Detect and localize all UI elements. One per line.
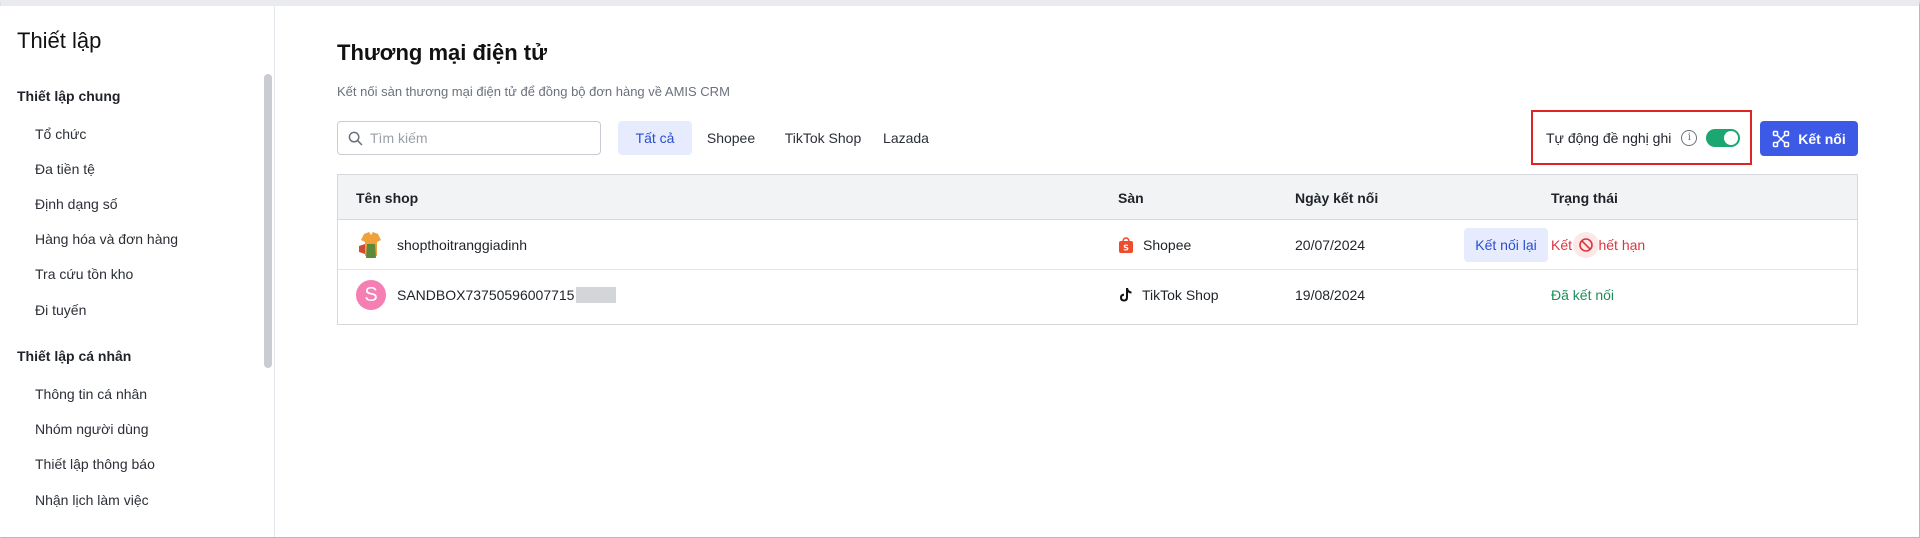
shop-table: Tên shop Sàn Ngày kết nối Trạng thái sho… (337, 174, 1858, 325)
shop-avatar-letter: S (356, 280, 386, 310)
page-description: Kết nối sàn thương mại điện tử để đồng b… (337, 84, 730, 99)
column-header-platform: Sàn (1118, 190, 1144, 206)
sidebar-title: Thiết lập (17, 28, 102, 53)
svg-text:S: S (1123, 243, 1129, 252)
settings-sidebar: Thiết lập Thiết lập chung Tổ chức Đa tiề… (0, 6, 275, 537)
sidebar-item-organization[interactable]: Tổ chức (35, 126, 86, 142)
shop-name: SANDBOX73750596007715 (397, 287, 575, 303)
disconnect-button[interactable] (1573, 232, 1599, 258)
sidebar-item-inventory-lookup[interactable]: Tra cứu tồn kho (35, 266, 133, 282)
platform-cell: TikTok Shop (1118, 270, 1219, 320)
tiktok-icon (1118, 287, 1133, 303)
search-box[interactable] (337, 121, 601, 155)
sidebar-item-notification-settings[interactable]: Thiết lập thông báo (35, 456, 155, 472)
info-icon[interactable]: i (1681, 129, 1698, 146)
sidebar-group-personal: Thiết lập cá nhân (17, 348, 132, 364)
column-header-shop: Tên shop (356, 190, 419, 206)
tab-all[interactable]: Tất cả (618, 121, 692, 155)
clothes-icon (359, 232, 381, 258)
page-title: Thương mại điện tử (337, 40, 548, 65)
table-row[interactable]: S SANDBOX73750596007715 TikTok Shop 19/0… (338, 270, 1857, 320)
block-icon (1579, 238, 1593, 252)
sidebar-item-routes[interactable]: Đi tuyến (35, 302, 86, 318)
reconnect-button[interactable]: Kết nối lại (1464, 228, 1548, 262)
shop-avatar-clothes (356, 230, 386, 260)
search-input[interactable] (370, 130, 590, 146)
connect-button[interactable]: Kết nối (1760, 121, 1858, 156)
column-header-date: Ngày kết nối (1295, 190, 1379, 206)
tab-lazada[interactable]: Lazada (878, 121, 934, 155)
connect-button-label: Kết nối (1798, 130, 1846, 147)
sidebar-item-multi-currency[interactable]: Đa tiền tệ (35, 161, 95, 177)
toggle-knob (1724, 130, 1739, 145)
shop-cell: S SANDBOX73750596007715 (356, 270, 617, 320)
auto-suggest-label: Tự động đề nghị ghi (1546, 129, 1672, 146)
sidebar-item-work-schedule[interactable]: Nhận lịch làm việc (35, 492, 149, 508)
platform-name: Shopee (1143, 237, 1192, 253)
column-header-status: Trạng thái (1551, 190, 1618, 206)
table-header: Tên shop Sàn Ngày kết nối Trạng thái (338, 175, 1857, 220)
sidebar-scrollbar-thumb[interactable] (264, 74, 272, 368)
shop-name: shopthoitranggiadinh (397, 237, 527, 253)
shopee-bag-icon: S (1118, 236, 1134, 254)
sidebar-item-user-groups[interactable]: Nhóm người dùng (35, 421, 149, 437)
shop-cell: shopthoitranggiadinh (356, 220, 527, 270)
sidebar-item-personal-info[interactable]: Thông tin cá nhân (35, 386, 147, 402)
date-cell: 19/08/2024 (1295, 287, 1366, 303)
search-icon (348, 131, 363, 145)
link-nodes-icon (1773, 130, 1790, 147)
platform-name: TikTok Shop (1142, 287, 1219, 303)
tab-shopee[interactable]: Shopee (700, 121, 762, 155)
auto-suggest-toggle[interactable] (1706, 128, 1741, 147)
sidebar-item-products-orders[interactable]: Hàng hóa và đơn hàng (35, 231, 178, 247)
tab-tiktok-shop[interactable]: TikTok Shop (778, 121, 868, 155)
date-cell: 20/07/2024 (1295, 237, 1366, 253)
table-row[interactable]: shopthoitranggiadinh S Shopee 20/07/2024… (338, 220, 1857, 270)
status-badge: Đã kết nối (1551, 287, 1615, 303)
redacted-block (576, 287, 617, 303)
auto-suggest-highlight: Tự động đề nghị ghi i (1531, 110, 1752, 165)
main-content: Thương mại điện tử Kết nối sàn thương mạ… (276, 6, 1920, 538)
sidebar-group-general: Thiết lập chung (17, 88, 121, 104)
sidebar-item-number-format[interactable]: Định dạng số (35, 196, 118, 212)
platform-cell: S Shopee (1118, 220, 1191, 270)
